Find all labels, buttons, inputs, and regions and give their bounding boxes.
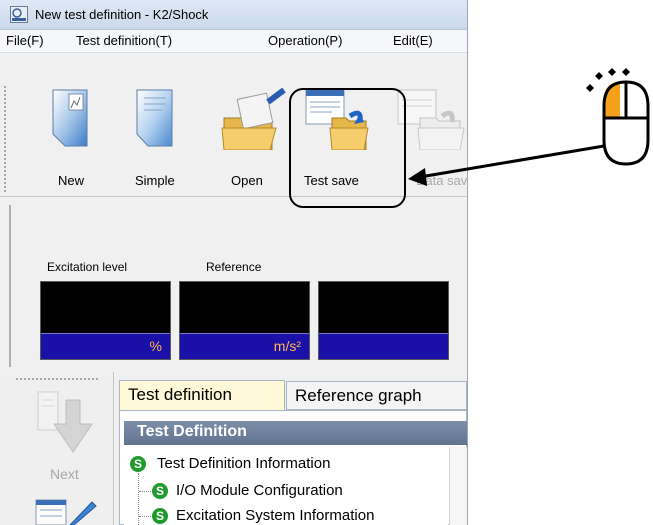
- mouse-left-click-icon: [586, 68, 650, 166]
- callout-arrow: [408, 144, 605, 186]
